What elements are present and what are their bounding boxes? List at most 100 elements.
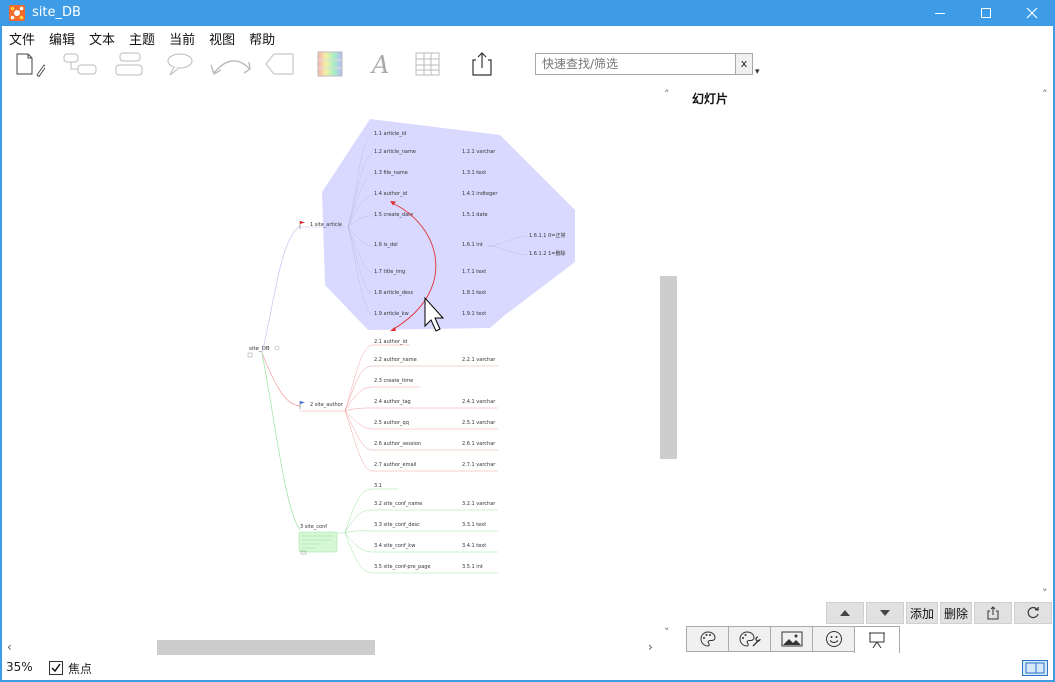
refresh-button[interactable]: [1014, 602, 1052, 624]
value-node[interactable]: 1.6.1.2 1=删除: [529, 250, 565, 257]
flag-blue-icon: [299, 401, 305, 409]
type-node[interactable]: 3.4.1 text: [462, 543, 486, 549]
panel-scroll-down-icon[interactable]: ˅: [1042, 587, 1048, 600]
move-down-button[interactable]: [866, 602, 904, 624]
type-node[interactable]: 2.7.1 varchar: [462, 462, 496, 468]
branch-node[interactable]: 1 site_article: [310, 222, 342, 228]
branch-1-boundary: [322, 119, 575, 330]
type-node[interactable]: 1.8.1 text: [462, 290, 486, 296]
new-document-button[interactable]: [14, 50, 46, 78]
field-node[interactable]: 2.3 create_time: [374, 378, 413, 384]
focus-checkbox[interactable]: [49, 661, 63, 675]
field-node[interactable]: 1.8 article_desc: [374, 290, 414, 296]
export-button[interactable]: [466, 50, 498, 78]
menu-help[interactable]: 帮助: [242, 27, 282, 48]
menu-text[interactable]: 文本: [82, 27, 122, 48]
add-child-button[interactable]: [62, 50, 100, 78]
search-input[interactable]: [536, 54, 732, 74]
scroll-right-icon[interactable]: ›: [648, 640, 653, 654]
connection-button[interactable]: [210, 50, 254, 78]
field-node[interactable]: 3.4 site_conf_kw: [374, 543, 415, 549]
type-node[interactable]: 2.6.1 varchar: [462, 441, 496, 447]
field-node[interactable]: 1.1 article_id: [374, 131, 406, 137]
type-node[interactable]: 1.2.1 varchar: [462, 149, 496, 155]
field-node[interactable]: 1.6 is_del: [374, 242, 398, 248]
layout-toggle-button[interactable]: [1022, 660, 1048, 676]
callout-button[interactable]: [164, 50, 196, 78]
menu-edit[interactable]: 编辑: [42, 27, 82, 48]
type-node[interactable]: 2.4.1 varchar: [462, 399, 496, 405]
panel-collapse-up-icon[interactable]: ˄: [664, 88, 670, 101]
mindmap-canvas[interactable]: site_DB 1 site_article 1.1 article_id 1.…: [2, 84, 658, 636]
field-node[interactable]: 1.9 article_kw: [374, 311, 409, 317]
field-node[interactable]: 1.4 author_id: [374, 191, 407, 197]
close-button[interactable]: [1009, 0, 1055, 26]
type-node[interactable]: 3.3.1 text: [462, 522, 486, 528]
scroll-left-icon[interactable]: ‹: [7, 640, 12, 654]
field-node[interactable]: 3.3 site_conf_desc: [374, 522, 420, 528]
table-button[interactable]: [412, 50, 444, 78]
field-node[interactable]: 1.2 article_name: [374, 149, 416, 155]
tab-slides[interactable]: [854, 626, 900, 653]
move-up-button[interactable]: [826, 602, 864, 624]
field-node[interactable]: 2.6 author_session: [374, 441, 421, 447]
type-node[interactable]: 3.2.1 varchar: [462, 501, 496, 507]
type-node[interactable]: 1.3.1 text: [462, 170, 486, 176]
field-node[interactable]: 1.3 file_name: [374, 170, 408, 176]
field-node[interactable]: 2.2 author_name: [374, 357, 417, 363]
type-node[interactable]: 2.2.1 varchar: [462, 357, 496, 363]
root-fold-handle[interactable]: [274, 345, 280, 351]
type-node[interactable]: 1.5.1 date: [462, 212, 488, 218]
delete-slide-button[interactable]: 删除: [940, 602, 972, 624]
zoom-level[interactable]: 35%: [6, 660, 33, 674]
value-node[interactable]: 1.6.1.1 0=正常: [529, 232, 565, 239]
horizontal-scroll-thumb[interactable]: [157, 640, 375, 655]
search-clear-button[interactable]: x: [735, 54, 752, 74]
menu-view[interactable]: 视图: [202, 27, 242, 48]
boundary-button[interactable]: [264, 50, 296, 78]
type-node[interactable]: 1.7.1 text: [462, 269, 486, 275]
field-node[interactable]: 2.7 author_email: [374, 462, 416, 468]
svg-text:A: A: [370, 51, 389, 77]
maximize-button[interactable]: [963, 0, 1009, 26]
theme-colors-button[interactable]: [314, 50, 346, 78]
panel-scroll-up-icon[interactable]: ˄: [1042, 88, 1048, 101]
search-options-button[interactable]: ▾: [755, 67, 760, 77]
panel-collapse-down-icon[interactable]: ˅: [664, 626, 670, 639]
branch-node[interactable]: 2 site_author: [310, 402, 344, 408]
tab-style[interactable]: [686, 626, 728, 652]
export-slides-button[interactable]: [974, 602, 1012, 624]
type-node[interactable]: 1.6.1 int: [462, 242, 483, 248]
tab-format[interactable]: [728, 626, 770, 652]
field-node[interactable]: 2.4 author_tag: [374, 399, 411, 405]
add-slide-button[interactable]: 添加: [906, 602, 938, 624]
menu-topic[interactable]: 主题: [122, 27, 162, 48]
split-view-icon: [1025, 662, 1045, 674]
tab-icons[interactable]: [812, 626, 854, 652]
field-node[interactable]: 3.5 site_conf-pre_page: [374, 564, 431, 570]
add-sibling-button[interactable]: [114, 50, 146, 78]
type-node[interactable]: 3.5.1 int: [462, 564, 483, 570]
app-logo-icon: [9, 5, 25, 21]
font-icon: A: [370, 51, 389, 77]
field-node[interactable]: 1.5 create_date: [374, 212, 413, 218]
type-node[interactable]: 1.9.1 text: [462, 311, 486, 317]
field-node[interactable]: 2.5 author_qq: [374, 420, 409, 426]
minimize-button[interactable]: [917, 0, 963, 26]
branch-site-author: 2 site_author 2.1 author_id 2.2 author_n…: [299, 339, 498, 472]
field-node[interactable]: 3.2 site_conf_name: [374, 501, 423, 507]
font-button[interactable]: A: [364, 50, 396, 78]
field-node[interactable]: 2.1 author_id: [374, 339, 407, 345]
menu-current[interactable]: 当前: [162, 27, 202, 48]
field-node[interactable]: 3.1: [374, 483, 382, 489]
vertical-scroll-thumb[interactable]: [660, 276, 677, 459]
menu-file[interactable]: 文件: [2, 27, 42, 48]
type-node[interactable]: 1.4.1 indteger: [462, 191, 498, 197]
root-node[interactable]: site_DB: [249, 346, 270, 352]
window-title: site_DB: [32, 5, 81, 20]
type-node[interactable]: 2.5.1 varchar: [462, 420, 496, 426]
branch-node[interactable]: 3 site_conf: [300, 524, 327, 530]
tab-image[interactable]: [770, 626, 812, 652]
field-node[interactable]: 1.7 title_img: [374, 269, 405, 275]
edge-root-branch3: [261, 352, 301, 531]
